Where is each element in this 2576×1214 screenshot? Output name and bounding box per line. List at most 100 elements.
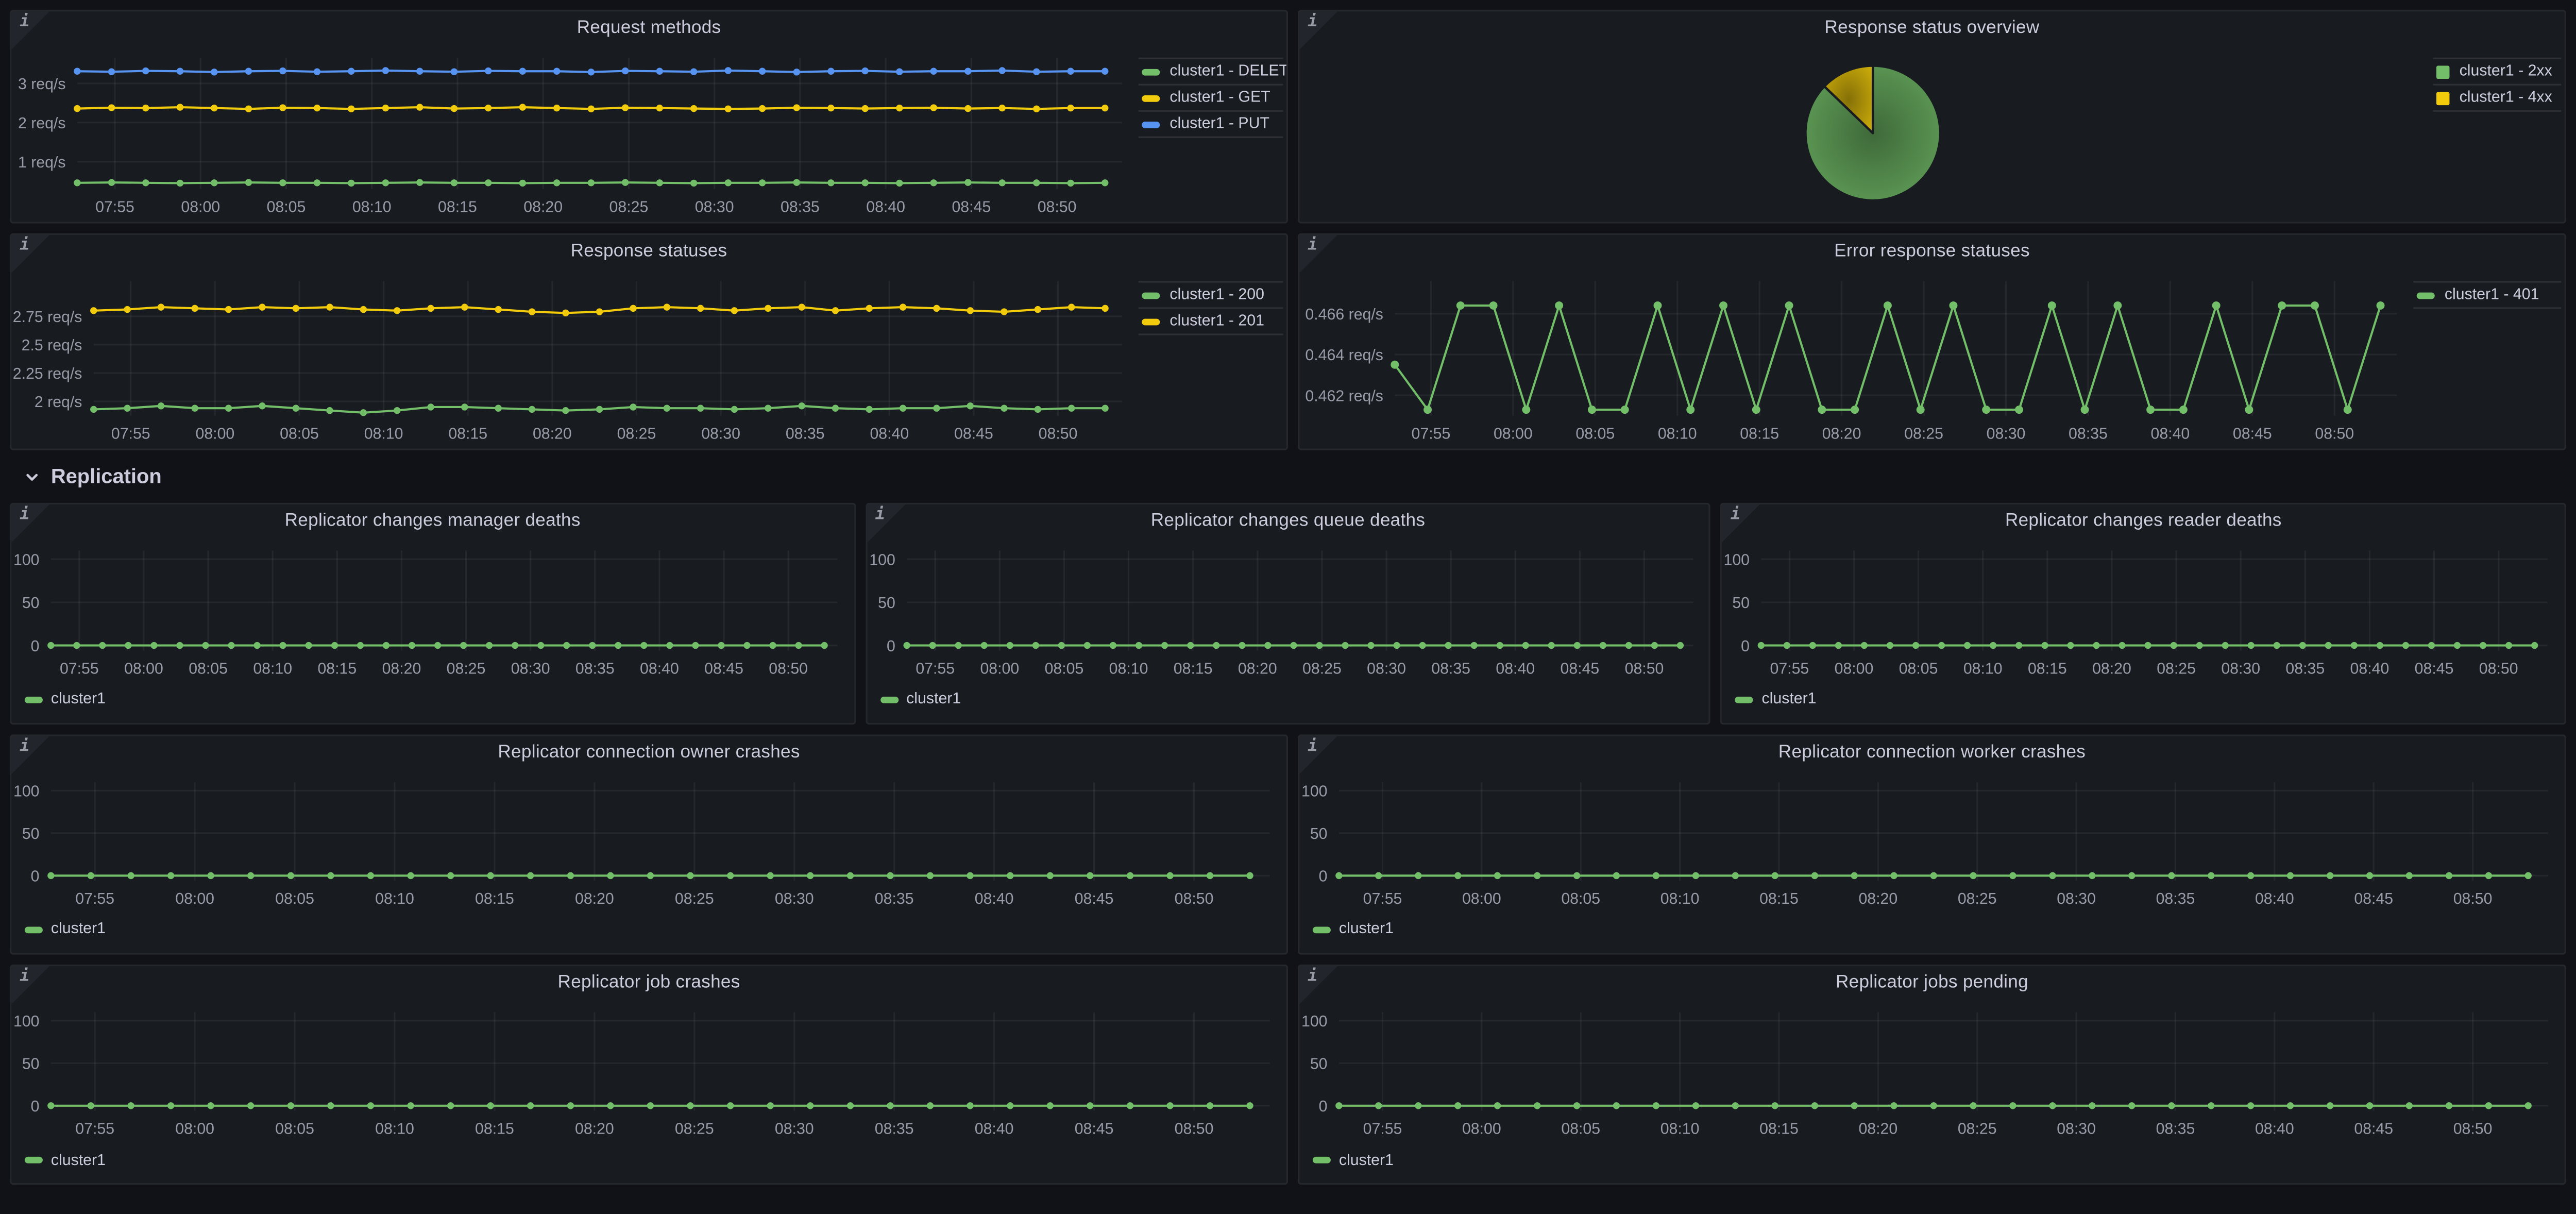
svg-text:08:45: 08:45 (1075, 1120, 1114, 1137)
info-corner-icon[interactable]: i (1299, 11, 1337, 49)
legend-item[interactable]: cluster1 - 201 (1139, 308, 1283, 335)
panel-title[interactable]: Replicator connection worker crashes (1299, 736, 2564, 769)
chevron-down-icon (25, 469, 40, 484)
panel-title[interactable]: Response statuses (11, 235, 1286, 268)
svg-text:50: 50 (1733, 595, 1750, 612)
replicator-changes-reader-deaths-chart[interactable]: 07:5508:0008:0508:1008:1508:2008:2508:30… (1722, 537, 2565, 683)
info-icon: i (20, 13, 29, 31)
svg-text:08:50: 08:50 (769, 660, 808, 677)
svg-text:08:10: 08:10 (1109, 660, 1148, 677)
legend-item[interactable]: cluster1 - 4xx (2433, 84, 2562, 112)
legend-item[interactable]: cluster1 - PUT (1139, 110, 1283, 138)
info-corner-icon[interactable]: i (11, 235, 49, 273)
info-corner-icon[interactable]: i (1299, 736, 1337, 773)
panel-title[interactable]: Request methods (11, 11, 1286, 44)
legend: cluster1 - DELETE cluster1 - GET cluster… (1139, 58, 1286, 222)
panel-title[interactable]: Replicator connection owner crashes (11, 736, 1286, 769)
info-corner-icon[interactable]: i (1299, 235, 1337, 273)
svg-text:08:15: 08:15 (317, 660, 357, 677)
svg-text:08:35: 08:35 (875, 1120, 914, 1137)
svg-text:08:05: 08:05 (267, 199, 306, 216)
error-response-statuses-chart[interactable]: 07:5508:0008:0508:1008:1508:2008:2508:30… (1299, 268, 2413, 449)
svg-text:08:00: 08:00 (979, 660, 1019, 677)
svg-text:08:45: 08:45 (2415, 660, 2454, 677)
info-icon: i (1308, 237, 1317, 255)
info-corner-icon[interactable]: i (867, 504, 905, 542)
panel-replicator-connection-owner-crashes: i Replicator connection owner crashes 07… (10, 734, 1288, 954)
svg-text:08:50: 08:50 (1175, 890, 1214, 907)
svg-text:08:00: 08:00 (175, 1120, 214, 1137)
replicator-job-crashes-chart[interactable]: 07:5508:0008:0508:1008:1508:2008:2508:30… (11, 999, 1286, 1144)
panel-title[interactable]: Replicator job crashes (11, 966, 1286, 999)
svg-text:08:25: 08:25 (675, 1120, 714, 1137)
panel-title[interactable]: Replicator changes queue deaths (867, 504, 1709, 537)
svg-text:08:50: 08:50 (2315, 426, 2354, 443)
legend-label: cluster1 - GET (1170, 89, 1270, 107)
series-swatch (1142, 94, 1160, 101)
request-methods-chart[interactable]: 07:5508:0008:0508:1008:1508:2008:2508:30… (11, 44, 1139, 222)
replicator-connection-worker-crashes-chart[interactable]: 07:5508:0008:0508:1008:1508:2008:2508:30… (1299, 769, 2564, 914)
svg-text:0.462 req/s: 0.462 req/s (1305, 388, 1383, 405)
svg-text:08:30: 08:30 (511, 660, 550, 677)
info-icon: i (20, 506, 29, 524)
legend-item[interactable]: cluster1 (11, 914, 1286, 953)
svg-text:08:05: 08:05 (1575, 426, 1615, 443)
response-statuses-chart[interactable]: 07:5508:0008:0508:1008:1508:2008:2508:30… (11, 268, 1139, 449)
svg-text:08:20: 08:20 (382, 660, 421, 677)
legend-item[interactable]: cluster1 (1299, 1143, 2564, 1183)
svg-text:0: 0 (1741, 637, 1750, 654)
legend-item[interactable]: cluster1 (11, 683, 854, 723)
info-corner-icon[interactable]: i (11, 504, 49, 542)
series-swatch (880, 697, 898, 703)
legend-item[interactable]: cluster1 (11, 1143, 1286, 1183)
panel-title[interactable]: Error response statuses (1299, 235, 2564, 268)
svg-text:08:20: 08:20 (575, 890, 614, 907)
svg-text:08:10: 08:10 (1658, 426, 1697, 443)
svg-text:08:30: 08:30 (775, 890, 814, 907)
svg-text:08:00: 08:00 (195, 426, 234, 443)
svg-text:08:20: 08:20 (533, 426, 572, 443)
replicator-changes-manager-deaths-chart[interactable]: 07:5508:0008:0508:1008:1508:2008:2508:30… (11, 537, 854, 683)
panel-title[interactable]: Replicator changes reader deaths (1722, 504, 2565, 537)
svg-text:08:40: 08:40 (975, 1120, 1014, 1137)
svg-text:08:00: 08:00 (1462, 1120, 1501, 1137)
legend-item[interactable]: cluster1 (1722, 683, 2565, 723)
series-swatch (2436, 65, 2450, 78)
legend-item[interactable]: cluster1 - DELETE (1139, 58, 1283, 84)
panel-title[interactable]: Replicator changes manager deaths (11, 504, 854, 537)
legend-item[interactable]: cluster1 - 401 (2413, 281, 2561, 309)
info-icon: i (1308, 13, 1317, 31)
replicator-connection-owner-crashes-chart[interactable]: 07:5508:0008:0508:1008:1508:2008:2508:30… (11, 769, 1286, 914)
series-swatch (1142, 121, 1160, 127)
svg-text:08:40: 08:40 (2255, 1120, 2294, 1137)
panel-title[interactable]: Response status overview (1299, 11, 2564, 44)
svg-text:08:15: 08:15 (1173, 660, 1212, 677)
series-swatch (1735, 697, 1753, 703)
info-corner-icon[interactable]: i (11, 11, 49, 49)
svg-text:08:45: 08:45 (1560, 660, 1599, 677)
series-swatch (1142, 68, 1160, 75)
svg-text:08:25: 08:25 (1302, 660, 1341, 677)
legend-item[interactable]: cluster1 - 2xx (2433, 58, 2562, 84)
svg-text:08:45: 08:45 (704, 660, 743, 677)
legend-item[interactable]: cluster1 - GET (1139, 84, 1283, 110)
svg-text:08:30: 08:30 (701, 426, 740, 443)
svg-text:08:10: 08:10 (1660, 1120, 1700, 1137)
info-corner-icon[interactable]: i (1722, 504, 1760, 542)
replicator-jobs-pending-chart[interactable]: 07:5508:0008:0508:1008:1508:2008:2508:30… (1299, 999, 2564, 1144)
info-corner-icon[interactable]: i (11, 736, 49, 773)
legend-item[interactable]: cluster1 (867, 683, 1709, 723)
response-status-pie-chart[interactable] (1802, 62, 1943, 204)
legend-label: cluster1 (1761, 691, 1816, 709)
replicator-changes-queue-deaths-chart[interactable]: 07:5508:0008:0508:1008:1508:2008:2508:30… (867, 537, 1709, 683)
legend-label: cluster1 (51, 691, 106, 709)
panel-title[interactable]: Replicator jobs pending (1299, 966, 2564, 999)
section-header-replication[interactable]: Replication (10, 459, 2566, 494)
legend-item[interactable]: cluster1 (1299, 914, 2564, 953)
info-corner-icon[interactable]: i (11, 966, 49, 1004)
svg-text:07:55: 07:55 (111, 426, 150, 443)
info-corner-icon[interactable]: i (1299, 966, 1337, 1004)
legend-item[interactable]: cluster1 - 200 (1139, 281, 1283, 308)
svg-text:08:30: 08:30 (2057, 890, 2096, 907)
svg-text:08:50: 08:50 (1038, 199, 1077, 216)
